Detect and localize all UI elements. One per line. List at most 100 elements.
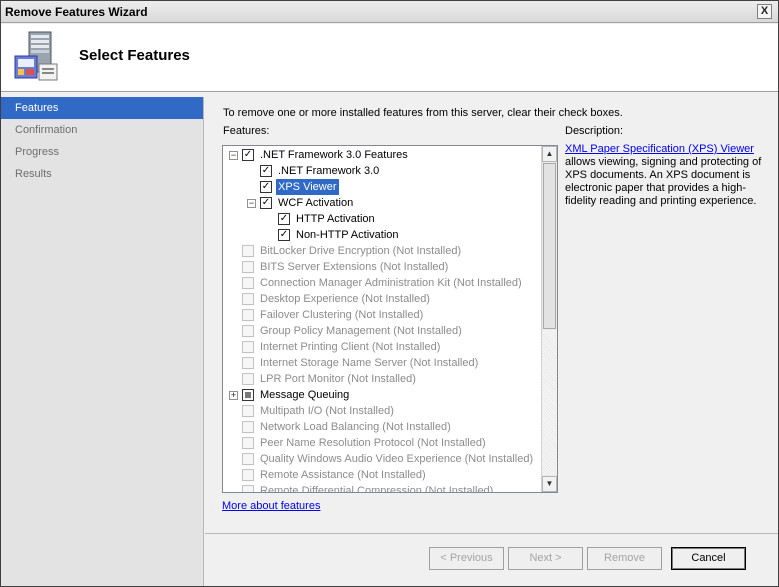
more-about-features-link[interactable]: More about features <box>222 500 320 512</box>
feature-checkbox[interactable]: ✓ <box>278 213 290 225</box>
tree-item[interactable]: Internet Storage Name Server (Not Instal… <box>223 355 541 371</box>
feature-checkbox <box>242 357 254 369</box>
tree-item[interactable]: + Message Queuing <box>223 387 541 403</box>
tree-item-label: XPS Viewer <box>276 179 339 195</box>
tree-item-label: BitLocker Drive Encryption (Not Installe… <box>260 245 462 257</box>
tree-item-label: Desktop Experience (Not Installed) <box>260 293 430 305</box>
tree-item[interactable]: BITS Server Extensions (Not Installed) <box>223 259 541 275</box>
collapse-icon[interactable]: − <box>247 199 256 208</box>
tree-item-label: WCF Activation <box>278 197 354 209</box>
scroll-up-button[interactable]: ▲ <box>542 146 557 162</box>
tree-item[interactable]: LPR Port Monitor (Not Installed) <box>223 371 541 387</box>
tree-item[interactable]: Quality Windows Audio Video Experience (… <box>223 451 541 467</box>
next-button[interactable]: Next > <box>508 547 583 570</box>
feature-checkbox <box>242 245 254 257</box>
feature-checkbox <box>242 261 254 273</box>
step-confirmation: Confirmation <box>15 124 78 136</box>
tree-item[interactable]: Connection Manager Administration Kit (N… <box>223 275 541 291</box>
main-content: To remove one or more installed features… <box>205 97 778 586</box>
feature-checkbox[interactable]: ✓ <box>260 165 272 177</box>
description-link[interactable]: XML Paper Specification (XPS) Viewer <box>565 143 754 155</box>
tree-item-label: Connection Manager Administration Kit (N… <box>260 277 522 289</box>
feature-checkbox <box>242 405 254 417</box>
tree-item-label: Internet Storage Name Server (Not Instal… <box>260 357 479 369</box>
previous-button[interactable]: < Previous <box>429 547 504 570</box>
remove-button[interactable]: Remove <box>587 547 662 570</box>
tree-item[interactable]: Remote Assistance (Not Installed) <box>223 467 541 483</box>
tree-item[interactable]: Peer Name Resolution Protocol (Not Insta… <box>223 435 541 451</box>
tree-item-label: BITS Server Extensions (Not Installed) <box>260 261 449 273</box>
tree-scrollbar[interactable]: ▲ ▼ <box>541 146 557 492</box>
feature-checkbox <box>242 437 254 449</box>
description-label: Description: <box>565 125 624 137</box>
tree-item-label: Peer Name Resolution Protocol (Not Insta… <box>260 437 486 449</box>
footer-divider <box>205 533 778 534</box>
tree-item[interactable]: Remote Differential Compression (Not Ins… <box>223 483 541 493</box>
feature-checkbox <box>242 341 254 353</box>
tree-item[interactable]: Failover Clustering (Not Installed) <box>223 307 541 323</box>
tree-item-label: Remote Differential Compression (Not Ins… <box>260 485 494 493</box>
tree-item[interactable]: Group Policy Management (Not Installed) <box>223 323 541 339</box>
tree-item[interactable]: Network Load Balancing (Not Installed) <box>223 419 541 435</box>
step-results: Results <box>15 168 52 180</box>
wizard-window: Remove Features Wizard X Select Features… <box>0 0 779 587</box>
feature-checkbox <box>242 485 254 492</box>
feature-checkbox <box>242 469 254 481</box>
features-label: Features: <box>223 125 270 137</box>
step-features[interactable]: Features <box>1 97 203 119</box>
feature-checkbox <box>242 277 254 289</box>
feature-checkbox[interactable] <box>242 389 254 401</box>
expand-icon[interactable]: + <box>229 391 238 400</box>
features-tree[interactable]: − ✓ .NET Framework 3.0 Features ✓ .NET Frame… <box>222 145 558 493</box>
tree-item-label: Multipath I/O (Not Installed) <box>260 405 394 417</box>
tree-item-label: Remote Assistance (Not Installed) <box>260 469 426 481</box>
wizard-header: Select Features <box>1 24 778 92</box>
tree-item-label: Group Policy Management (Not Installed) <box>260 325 462 337</box>
step-progress: Progress <box>15 146 60 158</box>
wizard-steps-sidebar: Features Confirmation Progress Results <box>1 97 204 586</box>
scroll-down-button[interactable]: ▼ <box>542 476 557 492</box>
tree-item[interactable]: − ✓ .NET Framework 3.0 Features <box>223 147 541 163</box>
page-heading: Select Features <box>79 47 190 64</box>
tree-item[interactable]: ✓ HTTP Activation <box>223 211 541 227</box>
description-body: allows viewing, signing and protecting o… <box>565 156 762 207</box>
title-bar[interactable]: Remove Features Wizard X <box>1 1 778 23</box>
instruction-text: To remove one or more installed features… <box>223 107 623 119</box>
close-button[interactable]: X <box>757 4 772 19</box>
tree-item-label: LPR Port Monitor (Not Installed) <box>260 373 416 385</box>
feature-checkbox <box>242 325 254 337</box>
tree-item[interactable]: ✓ XPS Viewer <box>223 179 541 195</box>
feature-checkbox <box>242 421 254 433</box>
feature-description: XML Paper Specification (XPS) Viewer all… <box>565 143 765 208</box>
feature-checkbox[interactable]: ✓ <box>260 197 272 209</box>
tree-item-label: Network Load Balancing (Not Installed) <box>260 421 451 433</box>
tree-item-label: .NET Framework 3.0 <box>278 165 380 177</box>
tree-item[interactable]: BitLocker Drive Encryption (Not Installe… <box>223 243 541 259</box>
feature-checkbox[interactable]: ✓ <box>278 229 290 241</box>
feature-checkbox[interactable]: ✓ <box>242 149 254 161</box>
tree-item[interactable]: ✓ .NET Framework 3.0 <box>223 163 541 179</box>
collapse-icon[interactable]: − <box>229 151 238 160</box>
feature-checkbox <box>242 293 254 305</box>
tree-item-label: HTTP Activation <box>296 213 375 225</box>
tree-item[interactable]: Internet Printing Client (Not Installed) <box>223 339 541 355</box>
scroll-track[interactable] <box>542 330 557 475</box>
tree-item-label: Failover Clustering (Not Installed) <box>260 309 424 321</box>
tree-item-label: Message Queuing <box>260 389 350 401</box>
tree-item-label: Non-HTTP Activation <box>296 229 399 241</box>
feature-checkbox <box>242 373 254 385</box>
tree-item[interactable]: Desktop Experience (Not Installed) <box>223 291 541 307</box>
scroll-thumb[interactable] <box>543 163 556 329</box>
tree-item[interactable]: Multipath I/O (Not Installed) <box>223 403 541 419</box>
tree-item-label: Internet Printing Client (Not Installed) <box>260 341 441 353</box>
tree-item-label: Quality Windows Audio Video Experience (… <box>260 453 534 465</box>
tree-item[interactable]: ✓ Non-HTTP Activation <box>223 227 541 243</box>
feature-checkbox[interactable]: ✓ <box>260 181 272 193</box>
window-title: Remove Features Wizard <box>5 5 148 19</box>
server-features-icon <box>14 31 58 81</box>
feature-checkbox <box>242 309 254 321</box>
cancel-button[interactable]: Cancel <box>671 547 746 570</box>
feature-checkbox <box>242 453 254 465</box>
tree-item-label: .NET Framework 3.0 Features <box>260 149 408 161</box>
tree-item[interactable]: − ✓ WCF Activation <box>223 195 541 211</box>
